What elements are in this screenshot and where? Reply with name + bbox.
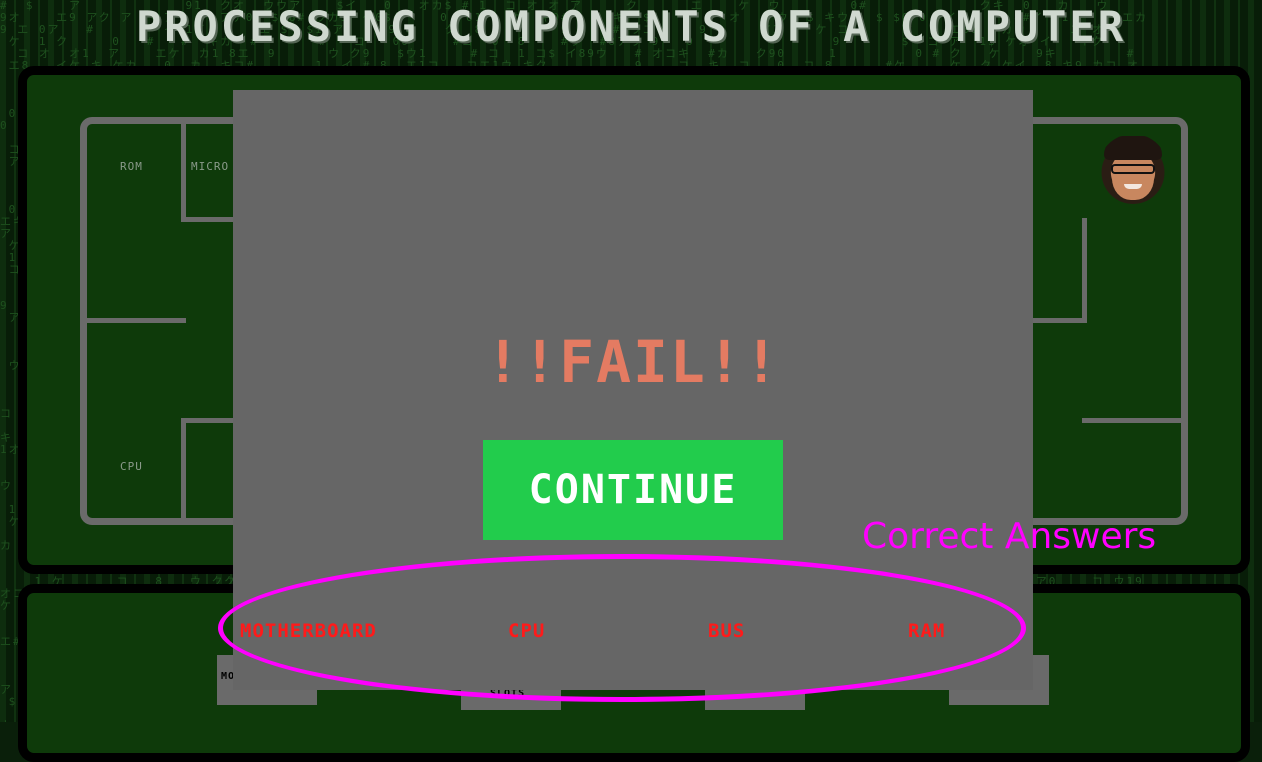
annotation-label: Correct Answers (862, 516, 1156, 557)
continue-button[interactable]: CONTINUE (483, 440, 783, 540)
wire (86, 318, 186, 323)
wire (1082, 418, 1182, 423)
player-avatar-icon (1098, 134, 1168, 204)
page-title: PROCESSING COMPONENTS OF A COMPUTER (0, 2, 1262, 51)
wire (181, 217, 241, 222)
result-modal: !!FAIL!! (233, 90, 1033, 690)
correct-answer-cpu: CPU (508, 620, 545, 642)
correct-answer-motherboard: MOTHERBOARD (240, 620, 377, 642)
wire (1082, 218, 1087, 323)
wire (181, 120, 186, 222)
wire (181, 418, 186, 520)
wire (181, 418, 241, 423)
correct-answer-ram: RAM (908, 620, 945, 642)
correct-answer-bus: BUS (708, 620, 745, 642)
slot-label-micro: MICRO (191, 160, 229, 173)
slot-label-rom: ROM (120, 160, 143, 173)
result-heading: !!FAIL!! (233, 328, 1033, 396)
slot-label-cpu: CPU (120, 460, 143, 473)
wire (1030, 318, 1087, 323)
